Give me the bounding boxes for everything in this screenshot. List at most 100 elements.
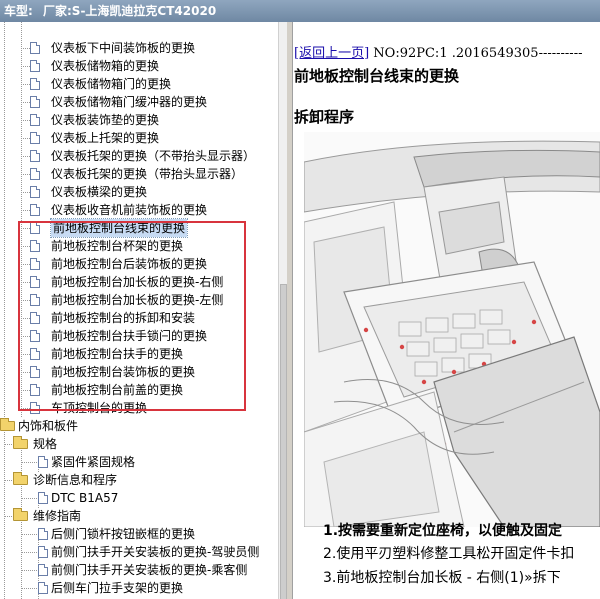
tree-item-label: 车顶控制台的更换: [51, 401, 148, 415]
tree-branch-line: [21, 210, 30, 211]
tree-branch-line: [21, 264, 30, 265]
tree-item[interactable]: 前地板控制台后装饰板的更换: [0, 255, 270, 273]
tree-folder[interactable]: 诊断信息和程序: [0, 471, 270, 489]
tree-item-label: 仪表板托架的更换（不带抬头显示器）: [51, 149, 256, 163]
tree-item-label: 紧固件紧固规格: [51, 455, 136, 469]
tree-branch-line: [21, 372, 30, 373]
title-bar: 车型: 厂家:S-上海凯迪拉克CT42020: [0, 0, 600, 22]
tree-item-label: 前地板控制台加长板的更换-左侧: [51, 293, 224, 307]
doc-nav-line: [返回上一页] NO:92PC:1 .2016549305----------: [294, 42, 583, 61]
tree-item[interactable]: 前地板控制台前盖的更换: [0, 381, 270, 399]
tree-item-label: 前地板控制台杯架的更换: [51, 239, 184, 253]
tree-item-label: 前地板控制台装饰板的更换: [51, 365, 196, 379]
tree-folder[interactable]: 内饰和板件: [0, 417, 270, 435]
folder-open-icon: [13, 472, 28, 485]
tree-item-label: 仪表板收音机前装饰板的更换: [51, 203, 208, 217]
doc-number: NO:92PC:1 .2016549305----------: [369, 46, 583, 61]
tree-item[interactable]: 仪表板托架的更换（带抬头显示器）: [0, 165, 270, 183]
tree-scrollbar[interactable]: [278, 22, 287, 599]
document-icon: [30, 384, 40, 396]
tree-branch-line: [21, 120, 30, 121]
document-icon: [30, 114, 40, 126]
folder-open-icon: [13, 508, 28, 521]
document-icon: [38, 564, 48, 576]
tree-item-label: 仪表板上托架的更换: [51, 131, 160, 145]
tree-branch-line: [21, 318, 30, 319]
tree-item[interactable]: 前地板控制台的拆卸和安装: [0, 309, 270, 327]
maker-label: 厂家:S-上海凯迪拉克CT42020: [43, 4, 217, 18]
section-title: 拆卸程序: [294, 108, 355, 126]
tree-item-label: DTC B1A57: [51, 491, 119, 505]
tree-branch-line: [21, 534, 37, 535]
tree-item-label: 内饰和板件: [18, 419, 79, 433]
navigation-tree[interactable]: 仪表板下中间装饰板的更换 仪表板储物箱的更换仪表板储物箱门的更换仪表板储物箱门缓冲…: [0, 22, 278, 599]
tree-branch-line: [21, 354, 30, 355]
tree-item-label: 前地板控制台加长板的更换-右侧: [51, 275, 224, 289]
step-3: 3.前地板控制台加长板 - 右侧(1)»拆下: [323, 570, 561, 586]
tree-item[interactable]: 仪表板储物箱的更换: [0, 57, 270, 75]
folder-open-icon: [0, 418, 15, 431]
step-2: 2.使用平刃塑料修整工具松开固定件卡扣: [323, 546, 575, 562]
tree-item[interactable]: 仪表板储物箱门的更换: [0, 75, 270, 93]
tree-branch-line: [21, 282, 30, 283]
document-icon: [38, 528, 48, 540]
tree-item-label: 前侧门扶手开关安装板的更换-乘客侧: [51, 563, 248, 577]
document-icon: [38, 456, 48, 468]
tree-item[interactable]: 仪表板托架的更换（不带抬头显示器）: [0, 147, 270, 165]
tree-item[interactable]: 前地板控制台装饰板的更换: [0, 363, 270, 381]
tree-branch-line: [21, 156, 30, 157]
tree-branch-line: [21, 102, 30, 103]
tree-item-label: 前地板控制台前盖的更换: [51, 383, 184, 397]
tree-item-label: 规格: [33, 437, 58, 451]
tree-item-label: 前地板控制台线束的更换: [49, 218, 189, 238]
tree-branch-line: [21, 408, 30, 409]
tree-branch-line: [21, 552, 37, 553]
document-icon: [30, 150, 40, 162]
document-icon: [30, 204, 40, 216]
tree-item[interactable]: 车顶控制台的更换: [0, 399, 270, 417]
tree-folder[interactable]: 维修指南: [0, 507, 270, 525]
tree-item[interactable]: 仪表板横梁的更换: [0, 183, 270, 201]
tree-item[interactable]: DTC B1A57: [0, 489, 270, 507]
scroll-thumb[interactable]: [280, 284, 287, 599]
tree-item[interactable]: 仪表板收音机前装饰板的更换: [0, 201, 270, 219]
tree-folder[interactable]: 规格: [0, 435, 270, 453]
tree-item[interactable]: 仪表板装饰垫的更换: [0, 111, 270, 129]
tree-item[interactable]: 仪表板储物箱门缓冲器的更换: [0, 93, 270, 111]
document-icon: [30, 276, 40, 288]
document-icon: [30, 294, 40, 306]
tree-item[interactable]: 前侧门扶手开关安装板的更换-驾驶员侧: [0, 543, 270, 561]
tree-item[interactable]: 后侧门锁杆按钮嵌框的更换: [0, 525, 270, 543]
tree-item[interactable]: 后侧车门拉手支架的更换: [0, 579, 270, 597]
tree-item[interactable]: 前侧门扶手开关安装板的更换-乘客侧: [0, 561, 270, 579]
document-icon: [30, 240, 40, 252]
tree-item[interactable]: 仪表板上托架的更换: [0, 129, 270, 147]
tree-item[interactable]: 前地板控制台加长板的更换-左侧: [0, 291, 270, 309]
document-icon: [30, 348, 40, 360]
tree-item[interactable]: 前地板控制台杯架的更换: [0, 237, 270, 255]
tree-item[interactable]: 紧固件紧固规格: [0, 453, 270, 471]
tree-item-label: 前地板控制台扶手锁闩的更换: [51, 329, 208, 343]
tree-item[interactable]: 前地板控制台扶手锁闩的更换: [0, 327, 270, 345]
document-icon: [38, 582, 48, 594]
document-icon: [30, 330, 40, 342]
tree-branch-line: [21, 570, 37, 571]
tree-item-label: 诊断信息和程序: [33, 473, 118, 487]
tree-branch-line: [21, 192, 30, 193]
tree-branch-line: [21, 336, 30, 337]
document-icon: [38, 492, 48, 504]
tree-item[interactable]: 前地板控制台线束的更换: [0, 218, 270, 238]
tree-item-label: 前侧门扶手开关安装板的更换-驾驶员侧: [51, 545, 260, 559]
back-link[interactable]: [返回上一页]: [294, 46, 369, 61]
tree-item[interactable]: 仪表板下中间装饰板的更换: [0, 39, 270, 57]
document-icon: [30, 60, 40, 72]
document-icon: [30, 222, 40, 234]
tree-item-label: 仪表板储物箱门的更换: [51, 77, 172, 91]
tree-item[interactable]: 前地板控制台加长板的更换-右侧: [0, 273, 270, 291]
tree-item[interactable]: 前地板控制台扶手的更换: [0, 345, 270, 363]
tree-item-label: 仪表板横梁的更换: [51, 185, 148, 199]
document-icon: [30, 402, 40, 414]
tree-item-label: 维修指南: [33, 509, 82, 523]
step-1: 1.按需要重新定位座椅，以便触及固定: [323, 523, 563, 539]
model-label: 车型:: [4, 4, 33, 18]
